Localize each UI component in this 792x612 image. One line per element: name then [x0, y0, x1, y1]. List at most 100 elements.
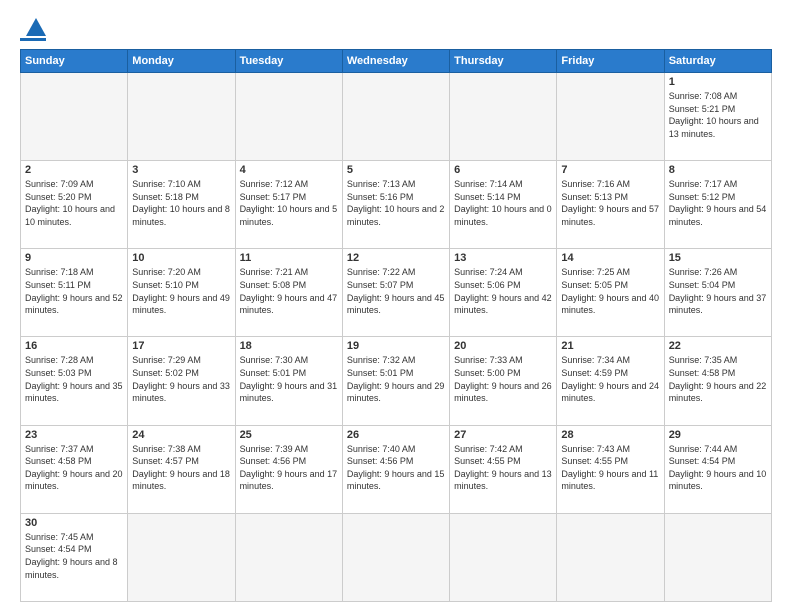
- weekday-tuesday: Tuesday: [235, 50, 342, 73]
- day-cell: 12Sunrise: 7:22 AM Sunset: 5:07 PM Dayli…: [342, 249, 449, 337]
- day-info: Sunrise: 7:14 AM Sunset: 5:14 PM Dayligh…: [454, 178, 552, 228]
- day-number: 24: [132, 429, 230, 441]
- day-cell: 7 Sunrise: 7:16 AM Sunset: 5:13 PM Daylig…: [557, 161, 664, 249]
- day-cell: 3 Sunrise: 7:10 AM Sunset: 5:18 PM Daylig…: [128, 161, 235, 249]
- day-cell: 11Sunrise: 7:21 AM Sunset: 5:08 PM Dayli…: [235, 249, 342, 337]
- day-cell: 29 Sunrise: 7:44 AM Sunset: 4:54 PM Dayli…: [664, 425, 771, 513]
- day-info: Sunrise: 7:12 AM Sunset: 5:17 PM Dayligh…: [240, 178, 338, 228]
- logo: [20, 18, 46, 41]
- day-cell: [450, 73, 557, 161]
- weekday-wednesday: Wednesday: [342, 50, 449, 73]
- day-cell: 8 Sunrise: 7:17 AM Sunset: 5:12 PM Daylig…: [664, 161, 771, 249]
- day-number: 18: [240, 340, 338, 352]
- day-cell: 26 Sunrise: 7:40 AM Sunset: 4:56 PM Dayli…: [342, 425, 449, 513]
- day-number: 14: [561, 252, 659, 264]
- day-cell: 24 Sunrise: 7:38 AM Sunset: 4:57 PM Dayli…: [128, 425, 235, 513]
- day-number: 21: [561, 340, 659, 352]
- day-info: Sunrise: 7:21 AM Sunset: 5:08 PM Dayligh…: [240, 266, 338, 316]
- header: [20, 18, 772, 41]
- day-number: 8: [669, 164, 767, 176]
- day-number: 3: [132, 164, 230, 176]
- day-info: Sunrise: 7:16 AM Sunset: 5:13 PM Dayligh…: [561, 178, 659, 228]
- day-info: Sunrise: 7:34 AM Sunset: 4:59 PM Dayligh…: [561, 354, 659, 404]
- week-row-3: 9Sunrise: 7:18 AM Sunset: 5:11 PM Daylig…: [21, 249, 772, 337]
- day-cell: [342, 513, 449, 601]
- day-cell: 1Sunrise: 7:08 AM Sunset: 5:21 PM Daylig…: [664, 73, 771, 161]
- day-number: 5: [347, 164, 445, 176]
- day-number: 23: [25, 429, 123, 441]
- day-number: 6: [454, 164, 552, 176]
- day-info: Sunrise: 7:25 AM Sunset: 5:05 PM Dayligh…: [561, 266, 659, 316]
- day-info: Sunrise: 7:26 AM Sunset: 5:04 PM Dayligh…: [669, 266, 767, 316]
- day-cell: [557, 513, 664, 601]
- day-cell: 25Sunrise: 7:39 AM Sunset: 4:56 PM Dayli…: [235, 425, 342, 513]
- day-number: 4: [240, 164, 338, 176]
- day-info: Sunrise: 7:17 AM Sunset: 5:12 PM Dayligh…: [669, 178, 767, 228]
- day-cell: 28Sunrise: 7:43 AM Sunset: 4:55 PM Dayli…: [557, 425, 664, 513]
- day-info: Sunrise: 7:09 AM Sunset: 5:20 PM Dayligh…: [25, 178, 123, 228]
- day-cell: 6 Sunrise: 7:14 AM Sunset: 5:14 PM Daylig…: [450, 161, 557, 249]
- weekday-saturday: Saturday: [664, 50, 771, 73]
- day-cell: 21 Sunrise: 7:34 AM Sunset: 4:59 PM Dayli…: [557, 337, 664, 425]
- day-cell: [128, 513, 235, 601]
- weekday-friday: Friday: [557, 50, 664, 73]
- day-info: Sunrise: 7:10 AM Sunset: 5:18 PM Dayligh…: [132, 178, 230, 228]
- day-cell: 22 Sunrise: 7:35 AM Sunset: 4:58 PM Dayli…: [664, 337, 771, 425]
- day-number: 13: [454, 252, 552, 264]
- day-info: Sunrise: 7:35 AM Sunset: 4:58 PM Dayligh…: [669, 354, 767, 404]
- day-info: Sunrise: 7:24 AM Sunset: 5:06 PM Dayligh…: [454, 266, 552, 316]
- day-number: 10: [132, 252, 230, 264]
- week-row-2: 2Sunrise: 7:09 AM Sunset: 5:20 PM Daylig…: [21, 161, 772, 249]
- day-number: 22: [669, 340, 767, 352]
- day-cell: [664, 513, 771, 601]
- day-cell: 23 Sunrise: 7:37 AM Sunset: 4:58 PM Dayli…: [21, 425, 128, 513]
- day-info: Sunrise: 7:33 AM Sunset: 5:00 PM Dayligh…: [454, 354, 552, 404]
- weekday-header-row: SundayMondayTuesdayWednesdayThursdayFrid…: [21, 50, 772, 73]
- day-info: Sunrise: 7:18 AM Sunset: 5:11 PM Dayligh…: [25, 266, 123, 316]
- day-info: Sunrise: 7:38 AM Sunset: 4:57 PM Dayligh…: [132, 443, 230, 493]
- day-cell: [557, 73, 664, 161]
- day-cell: 18 Sunrise: 7:30 AM Sunset: 5:01 PM Dayli…: [235, 337, 342, 425]
- day-number: 30: [25, 517, 123, 529]
- day-cell: [128, 73, 235, 161]
- day-info: Sunrise: 7:08 AM Sunset: 5:21 PM Dayligh…: [669, 90, 767, 140]
- day-number: 15: [669, 252, 767, 264]
- day-info: Sunrise: 7:28 AM Sunset: 5:03 PM Dayligh…: [25, 354, 123, 404]
- day-number: 7: [561, 164, 659, 176]
- day-cell: 13 Sunrise: 7:24 AM Sunset: 5:06 PM Dayli…: [450, 249, 557, 337]
- day-info: Sunrise: 7:40 AM Sunset: 4:56 PM Dayligh…: [347, 443, 445, 493]
- day-info: Sunrise: 7:20 AM Sunset: 5:10 PM Dayligh…: [132, 266, 230, 316]
- page: SundayMondayTuesdayWednesdayThursdayFrid…: [0, 0, 792, 612]
- day-cell: 14 Sunrise: 7:25 AM Sunset: 5:05 PM Dayli…: [557, 249, 664, 337]
- day-number: 20: [454, 340, 552, 352]
- day-cell: [342, 73, 449, 161]
- calendar: SundayMondayTuesdayWednesdayThursdayFrid…: [20, 49, 772, 602]
- day-number: 26: [347, 429, 445, 441]
- day-cell: 20 Sunrise: 7:33 AM Sunset: 5:00 PM Dayli…: [450, 337, 557, 425]
- day-cell: 5Sunrise: 7:13 AM Sunset: 5:16 PM Daylig…: [342, 161, 449, 249]
- day-cell: 27Sunrise: 7:42 AM Sunset: 4:55 PM Dayli…: [450, 425, 557, 513]
- day-number: 12: [347, 252, 445, 264]
- day-info: Sunrise: 7:37 AM Sunset: 4:58 PM Dayligh…: [25, 443, 123, 493]
- day-info: Sunrise: 7:30 AM Sunset: 5:01 PM Dayligh…: [240, 354, 338, 404]
- day-number: 19: [347, 340, 445, 352]
- day-number: 17: [132, 340, 230, 352]
- day-info: Sunrise: 7:44 AM Sunset: 4:54 PM Dayligh…: [669, 443, 767, 493]
- day-info: Sunrise: 7:29 AM Sunset: 5:02 PM Dayligh…: [132, 354, 230, 404]
- day-cell: 9Sunrise: 7:18 AM Sunset: 5:11 PM Daylig…: [21, 249, 128, 337]
- day-cell: 2Sunrise: 7:09 AM Sunset: 5:20 PM Daylig…: [21, 161, 128, 249]
- day-cell: [235, 513, 342, 601]
- day-cell: 15 Sunrise: 7:26 AM Sunset: 5:04 PM Dayli…: [664, 249, 771, 337]
- day-cell: 17 Sunrise: 7:29 AM Sunset: 5:02 PM Dayli…: [128, 337, 235, 425]
- week-row-6: 30 Sunrise: 7:45 AM Sunset: 4:54 PM Dayli…: [21, 513, 772, 601]
- logo-triangle-icon: [26, 18, 46, 36]
- day-number: 29: [669, 429, 767, 441]
- day-number: 16: [25, 340, 123, 352]
- day-cell: [235, 73, 342, 161]
- day-number: 25: [240, 429, 338, 441]
- day-cell: [450, 513, 557, 601]
- day-info: Sunrise: 7:45 AM Sunset: 4:54 PM Dayligh…: [25, 531, 123, 581]
- weekday-thursday: Thursday: [450, 50, 557, 73]
- weekday-sunday: Sunday: [21, 50, 128, 73]
- day-cell: 10 Sunrise: 7:20 AM Sunset: 5:10 PM Dayli…: [128, 249, 235, 337]
